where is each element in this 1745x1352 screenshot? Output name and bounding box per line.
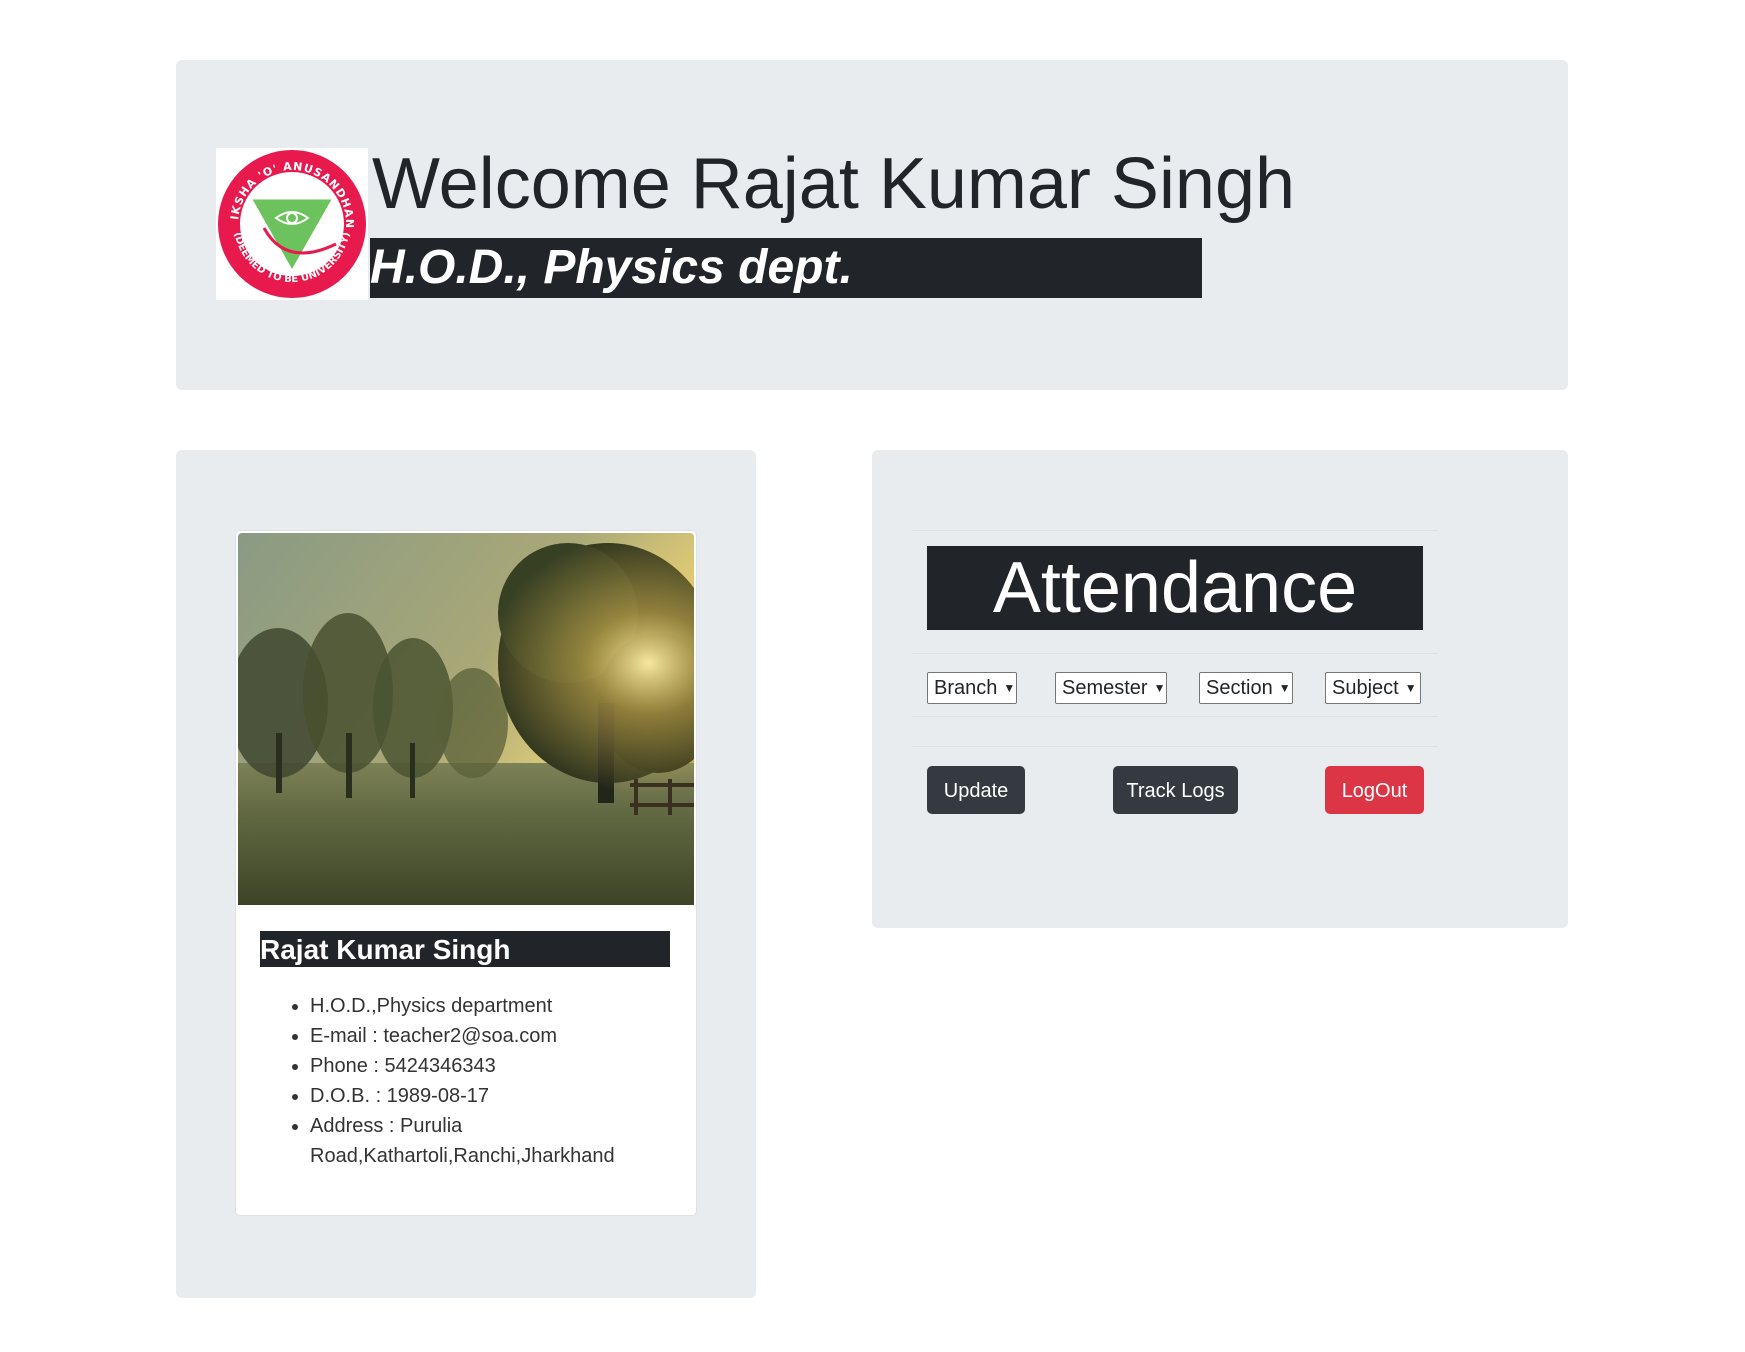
divider (912, 746, 1438, 747)
track-logs-button[interactable]: Track Logs (1113, 766, 1238, 814)
subject-select-label: Subject (1332, 677, 1399, 699)
divider (912, 530, 1438, 531)
logout-button[interactable]: LogOut (1325, 766, 1424, 814)
caret-down-icon: ▼ (1003, 681, 1016, 695)
list-item: D.O.B. : 1989-08-17 (310, 1081, 640, 1111)
university-logo: SIKSHA 'O' ANUSANDHAN (DEEMED TO BE UNIV… (212, 138, 368, 300)
caret-down-icon: ▼ (1278, 681, 1291, 695)
subject-select[interactable]: Subject ▼ (1325, 672, 1421, 704)
branch-select[interactable]: Branch ▼ (927, 672, 1017, 704)
branch-select-label: Branch (934, 677, 998, 699)
welcome-heading: Welcome Rajat Kumar Singh (372, 144, 1296, 224)
header-banner: SIKSHA 'O' ANUSANDHAN (DEEMED TO BE UNIV… (176, 60, 1568, 390)
section-select[interactable]: Section ▼ (1199, 672, 1293, 704)
semester-select-label: Semester (1062, 677, 1148, 699)
list-item: Address : Purulia Road,Kathartoli,Ranchi… (310, 1111, 640, 1171)
list-item: Phone : 5424346343 (310, 1051, 640, 1081)
profile-details-list: H.O.D.,Physics department E-mail : teach… (310, 991, 640, 1171)
list-item: H.O.D.,Physics department (310, 991, 640, 1021)
caret-down-icon: ▼ (1404, 681, 1417, 695)
semester-select[interactable]: Semester ▼ (1055, 672, 1167, 704)
profile-name: Rajat Kumar Singh (260, 931, 670, 967)
attendance-title: Attendance (927, 546, 1423, 630)
caret-down-icon: ▼ (1153, 681, 1166, 695)
profile-cover-image (238, 533, 694, 905)
profile-card: Rajat Kumar Singh H.O.D.,Physics departm… (235, 530, 697, 1216)
profile-panel: Rajat Kumar Singh H.O.D.,Physics departm… (176, 450, 756, 1298)
divider (912, 716, 1438, 717)
divider (912, 653, 1438, 654)
role-subheading: H.O.D., Physics dept. (370, 238, 1202, 298)
section-select-label: Section (1206, 677, 1273, 699)
attendance-panel: Attendance Branch ▼ Semester ▼ Section ▼ Su… (872, 450, 1568, 928)
list-item: E-mail : teacher2@soa.com (310, 1021, 640, 1051)
update-button[interactable]: Update (927, 766, 1025, 814)
